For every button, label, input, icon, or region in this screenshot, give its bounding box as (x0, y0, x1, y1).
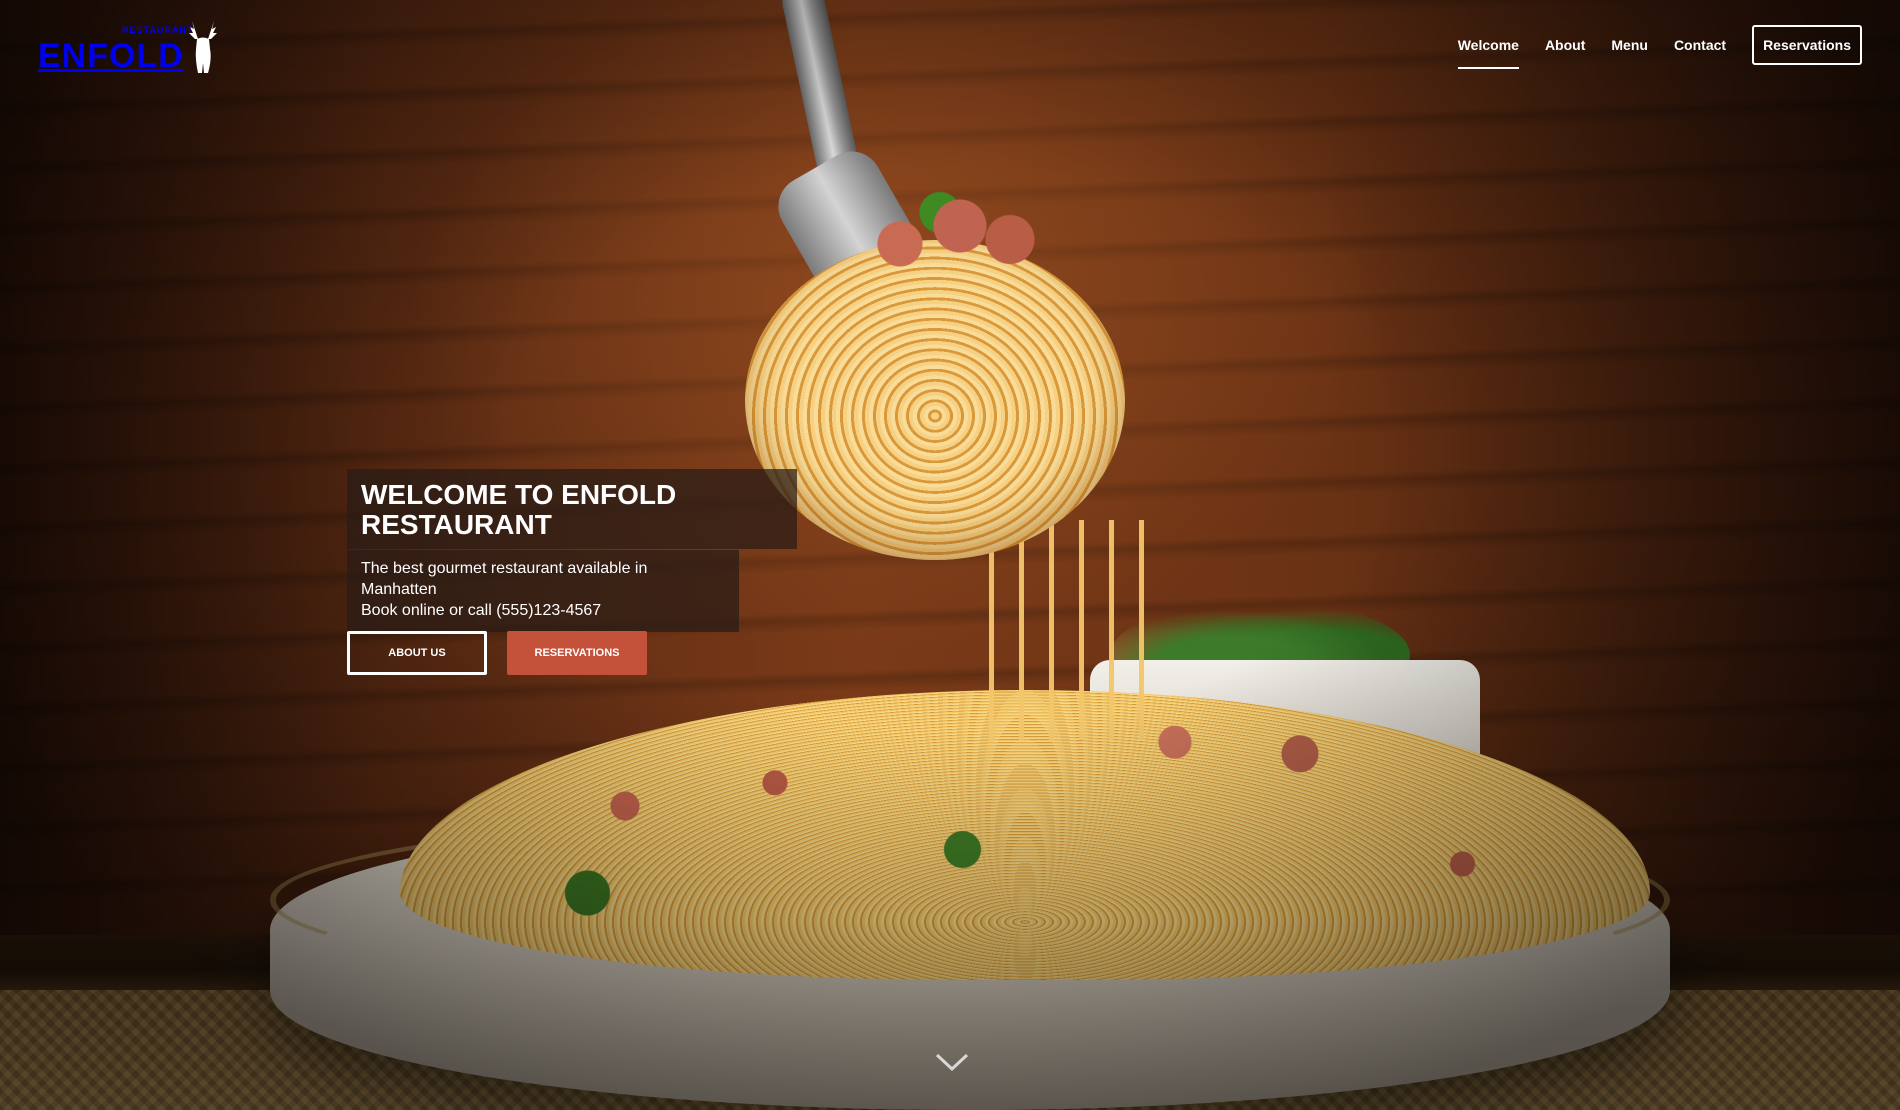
nav-reservations-button[interactable]: Reservations (1752, 25, 1862, 65)
logo[interactable]: RESTAURANT ENFOLD (38, 15, 220, 75)
main-nav: Welcome About Menu Contact Reservations (1457, 25, 1862, 69)
nav-contact[interactable]: Contact (1674, 25, 1726, 65)
logo-subtitle: RESTAURANT (122, 25, 194, 35)
vignette (0, 0, 1900, 1110)
hero-subtitle-line-1: The best gourmet restaurant available in… (361, 559, 648, 598)
hero-caption: WELCOME TO ENFOLD RESTAURANT The best go… (347, 469, 797, 633)
hero-cta-group: ABOUT US RESERVATIONS (347, 631, 647, 675)
hero-subtitle-line-2: Book online or call (555)123-4567 (361, 601, 602, 619)
reservations-button[interactable]: RESERVATIONS (507, 631, 647, 675)
logo-wordmark: ENFOLD (38, 37, 184, 75)
site-header: RESTAURANT ENFOLD Welcome About Menu Con… (0, 0, 1900, 90)
hero-background (0, 0, 1900, 1110)
nav-welcome[interactable]: Welcome (1457, 25, 1520, 69)
hero-subtitle: The best gourmet restaurant available in… (347, 549, 739, 633)
nav-menu[interactable]: Menu (1611, 25, 1648, 65)
hero-title: WELCOME TO ENFOLD RESTAURANT (347, 469, 797, 549)
chevron-down-icon[interactable] (934, 1050, 970, 1074)
about-us-button[interactable]: ABOUT US (347, 631, 487, 675)
nav-about[interactable]: About (1545, 25, 1585, 65)
